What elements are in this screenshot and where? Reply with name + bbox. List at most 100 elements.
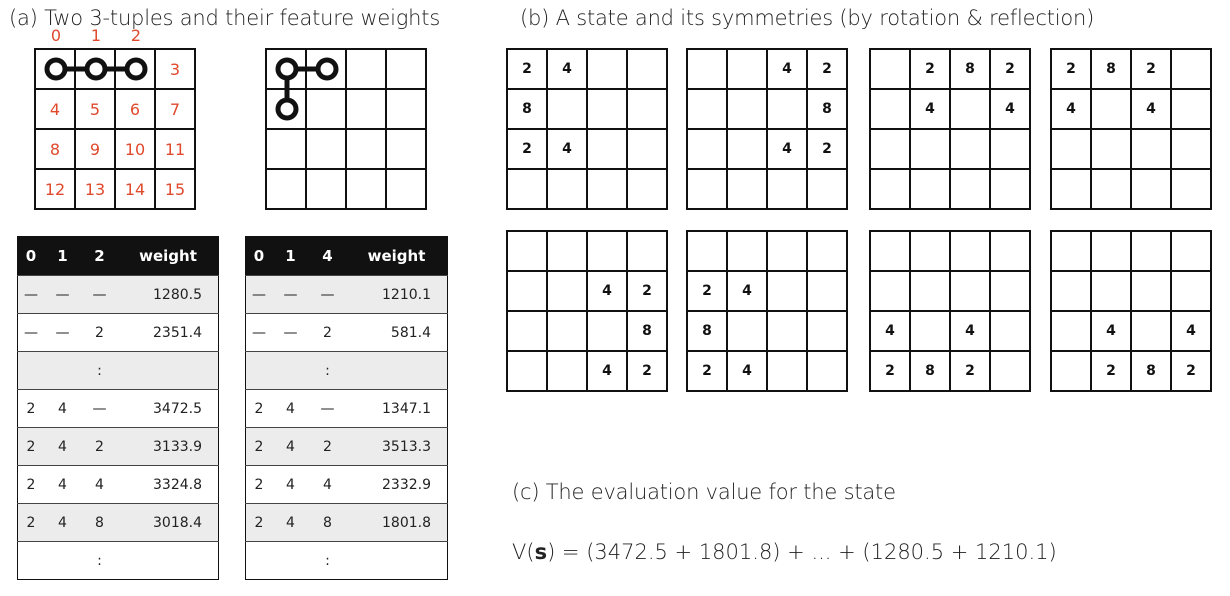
table-cell: 1210.1 bbox=[346, 275, 448, 314]
tile bbox=[951, 90, 991, 130]
tile: 2 bbox=[808, 130, 848, 170]
tile bbox=[628, 232, 668, 272]
index-cell: 10 bbox=[116, 130, 156, 170]
tile bbox=[728, 130, 768, 170]
tile bbox=[951, 130, 991, 170]
tile bbox=[508, 272, 548, 312]
table-cell bbox=[118, 351, 219, 390]
table-cell: : bbox=[309, 351, 346, 390]
table-cell: 4 bbox=[44, 427, 81, 466]
tile bbox=[1172, 170, 1212, 210]
table-cell: : bbox=[309, 541, 346, 580]
table-cell: 2 bbox=[81, 427, 118, 466]
shape-cell bbox=[387, 170, 427, 210]
tile: 2 bbox=[911, 50, 951, 90]
board-1: 24824 bbox=[506, 48, 668, 210]
tile: 4 bbox=[588, 352, 628, 392]
tile bbox=[808, 272, 848, 312]
table-cell: — bbox=[44, 313, 81, 352]
shape-cell bbox=[307, 50, 347, 90]
table-cell bbox=[346, 351, 448, 390]
tile bbox=[768, 312, 808, 352]
table-row: 2 4 4 3324.8 bbox=[17, 465, 219, 504]
table-cell: — bbox=[17, 313, 44, 352]
tile: 2 bbox=[1172, 352, 1212, 392]
tile: 2 bbox=[1092, 352, 1132, 392]
table-cell: : bbox=[81, 351, 118, 390]
tile bbox=[951, 170, 991, 210]
weight-table-2: 0 1 4 weight — — —1210.1— —2 581.4:2 4—1347.1 2 4 2 3… bbox=[245, 236, 448, 580]
board-6: 24824 bbox=[686, 230, 848, 392]
tile bbox=[728, 90, 768, 130]
table-row: : bbox=[17, 351, 219, 390]
tile bbox=[991, 130, 1031, 170]
index-cell: 12 bbox=[36, 170, 76, 210]
table-cell: — bbox=[272, 275, 309, 314]
shape-cell bbox=[387, 50, 427, 90]
index-cell: 7 bbox=[156, 90, 196, 130]
tile bbox=[548, 352, 588, 392]
tile: 8 bbox=[911, 352, 951, 392]
tile bbox=[1092, 90, 1132, 130]
tile bbox=[1092, 232, 1132, 272]
table-cell: — bbox=[245, 313, 272, 352]
index-cell: 14 bbox=[116, 170, 156, 210]
table-cell: 2351.4 bbox=[118, 313, 219, 352]
shape-cell bbox=[307, 130, 347, 170]
tile bbox=[808, 170, 848, 210]
table-cell: 2 bbox=[309, 313, 346, 352]
index-cell: 3 bbox=[156, 50, 196, 90]
index-cell: 13 bbox=[76, 170, 116, 210]
tile bbox=[1052, 130, 1092, 170]
table-cell bbox=[44, 541, 81, 580]
table-cell: 3018.4 bbox=[118, 503, 219, 542]
shape-cell bbox=[347, 90, 387, 130]
tile bbox=[548, 170, 588, 210]
table-cell: 2 bbox=[17, 503, 44, 542]
tile bbox=[728, 312, 768, 352]
tile bbox=[991, 312, 1031, 352]
tile bbox=[1052, 352, 1092, 392]
table-cell: 3133.9 bbox=[118, 427, 219, 466]
tile bbox=[991, 170, 1031, 210]
tile bbox=[911, 170, 951, 210]
tile bbox=[871, 50, 911, 90]
index-board: 3 4 5 6 7 8 9 10 11 12 13 14 15 bbox=[34, 48, 196, 210]
table-cell: 1280.5 bbox=[118, 275, 219, 314]
table-row: 2 4 2 3133.9 bbox=[17, 427, 219, 466]
board-7: 44282 bbox=[869, 230, 1031, 392]
tile bbox=[508, 232, 548, 272]
index-cell: 11 bbox=[156, 130, 196, 170]
tile bbox=[548, 90, 588, 130]
column-header: 0 bbox=[245, 236, 272, 276]
tile bbox=[808, 232, 848, 272]
tile bbox=[1092, 170, 1132, 210]
table-cell: 4 bbox=[272, 465, 309, 504]
table-cell: — bbox=[44, 275, 81, 314]
table-cell: 4 bbox=[272, 503, 309, 542]
shape-cell bbox=[387, 90, 427, 130]
tile: 4 bbox=[871, 312, 911, 352]
tile bbox=[588, 130, 628, 170]
index-cell: 9 bbox=[76, 130, 116, 170]
index-cell: 8 bbox=[36, 130, 76, 170]
tile bbox=[768, 352, 808, 392]
shape-cell bbox=[267, 130, 307, 170]
tile: 4 bbox=[768, 50, 808, 90]
tile: 4 bbox=[991, 90, 1031, 130]
table-cell bbox=[17, 541, 44, 580]
table-cell: 1801.8 bbox=[346, 503, 448, 542]
tile: 8 bbox=[1132, 352, 1172, 392]
tile: 2 bbox=[951, 352, 991, 392]
tile bbox=[688, 170, 728, 210]
tile bbox=[871, 232, 911, 272]
shape-cell bbox=[347, 50, 387, 90]
tile bbox=[1132, 170, 1172, 210]
table-cell: 4 bbox=[272, 427, 309, 466]
tile bbox=[808, 352, 848, 392]
tile: 2 bbox=[808, 50, 848, 90]
table-cell: — bbox=[81, 275, 118, 314]
tile bbox=[588, 312, 628, 352]
tile: 4 bbox=[728, 272, 768, 312]
tile bbox=[911, 232, 951, 272]
